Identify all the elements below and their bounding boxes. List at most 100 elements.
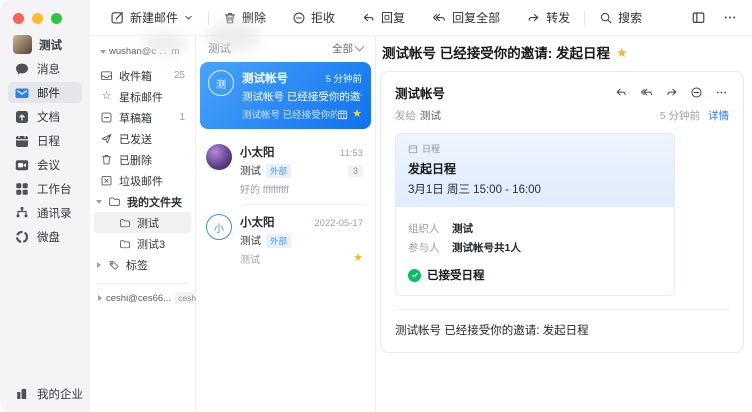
reply-all-button[interactable]: 回复全部 bbox=[431, 9, 500, 26]
trash-icon bbox=[100, 153, 113, 166]
sidebar-item-drive[interactable]: 微盘 bbox=[8, 226, 82, 247]
sender-name: 小太阳 bbox=[240, 144, 275, 160]
sidebar-item-profile[interactable]: 测试 bbox=[8, 34, 82, 55]
collapsed-caret-icon bbox=[97, 262, 101, 268]
expand-caret-icon bbox=[96, 200, 102, 204]
sidebar-item-label: 会议 bbox=[37, 157, 60, 173]
sidebar-item-mail[interactable]: 邮件 bbox=[8, 82, 82, 103]
folder-drafts[interactable]: 草稿箱 1 bbox=[94, 107, 191, 128]
folder-inbox[interactable]: 收件箱 25 bbox=[94, 65, 191, 86]
layout-toggle-icon[interactable] bbox=[691, 10, 706, 25]
list-filter-dropdown[interactable]: 全部 bbox=[332, 41, 363, 56]
invite-status-text: 已接受日程 bbox=[427, 267, 485, 283]
enterprise-icon bbox=[13, 385, 30, 402]
tag-icon bbox=[107, 258, 120, 271]
avatar bbox=[206, 144, 232, 170]
folder-my-folders[interactable]: 我的文件夹 bbox=[94, 191, 191, 212]
folder-ceshi3[interactable]: 测试3 bbox=[94, 233, 191, 254]
folder-ceshi[interactable]: 测试 bbox=[94, 212, 191, 233]
calendar-icon bbox=[13, 132, 30, 149]
secondary-account[interactable]: ceshi@ces66... ceshi bbox=[94, 292, 191, 304]
message-list-pane: 测试 全部 测 测试帐号 5 分钟前 测试帐号 已经接受你的邀请: 发... 测… bbox=[196, 36, 376, 412]
block-icon bbox=[292, 11, 306, 25]
mail-list-item-selected[interactable]: 测 测试帐号 5 分钟前 测试帐号 已经接受你的邀请: 发... 测试帐号 已经… bbox=[200, 62, 371, 129]
more-options-icon[interactable] bbox=[714, 86, 729, 99]
reply-button[interactable]: 回复 bbox=[361, 9, 405, 26]
sidebar-item-calendar[interactable]: 日程 bbox=[8, 130, 82, 151]
mail-list-item[interactable]: 小太阳 11:53 测试 外部 3 好的 ffffffffff bbox=[196, 135, 375, 204]
mail-list-item[interactable]: 小 小太阳 2022-05-17 测试 外部 测试 ★ bbox=[196, 205, 375, 274]
calendar-invite-card[interactable]: 日程 发起日程 3月1日 周三 15:00 - 16:00 组织人 测试 参与人… bbox=[395, 133, 675, 296]
chevron-down-icon bbox=[183, 12, 194, 23]
search-button[interactable]: 搜索 bbox=[599, 9, 642, 26]
sidebar-item-label: 邮件 bbox=[37, 85, 60, 101]
meeting-icon bbox=[13, 156, 30, 173]
block-icon[interactable] bbox=[690, 86, 703, 99]
folder-sent[interactable]: 已发送 bbox=[94, 128, 191, 149]
mail-subject: 测试 bbox=[240, 233, 261, 248]
reply-icon[interactable] bbox=[614, 86, 628, 99]
mail-preview: 好的 ffffffffff bbox=[240, 181, 363, 196]
sidebar-item-label: 通讯录 bbox=[37, 205, 72, 221]
folder-pane: wushan@c..m 收件箱 25 ☆ 星标邮件 草稿箱 1 已发送 已删除 … bbox=[90, 36, 196, 412]
sidebar-item-messages[interactable]: 消息 bbox=[8, 58, 82, 79]
divider bbox=[96, 283, 189, 284]
divider bbox=[395, 309, 729, 310]
sidebar-item-label: 工作台 bbox=[37, 181, 72, 197]
folder-deleted[interactable]: 已删除 bbox=[94, 149, 191, 170]
details-link[interactable]: 详情 bbox=[708, 108, 729, 123]
external-badge: 外部 bbox=[266, 164, 291, 178]
mail-subject: 测试帐号 已经接受你的邀请: 发... bbox=[242, 89, 362, 104]
folder-junk[interactable]: 垃圾邮件 bbox=[94, 170, 191, 191]
maximize-window-button[interactable] bbox=[51, 13, 62, 24]
participants-label: 参与人 bbox=[408, 240, 452, 255]
reply-icon bbox=[361, 11, 376, 25]
timestamp: 5 分钟前 bbox=[326, 71, 362, 85]
sidebar-item-label: 微盘 bbox=[37, 229, 60, 245]
toolbar-divider bbox=[208, 11, 209, 25]
forward-icon[interactable] bbox=[665, 86, 679, 99]
app-sidebar: 测试 消息 邮件 文档 bbox=[0, 0, 90, 412]
avatar: 测 bbox=[208, 70, 234, 96]
drive-icon bbox=[13, 228, 30, 245]
sidebar-item-label: 日程 bbox=[37, 133, 60, 149]
star-icon: ☆ bbox=[100, 90, 113, 103]
sidebar-item-contacts[interactable]: 通讯录 bbox=[8, 202, 82, 223]
contacts-icon bbox=[13, 204, 30, 221]
sidebar-item-workbench[interactable]: 工作台 bbox=[8, 178, 82, 199]
docs-icon bbox=[13, 108, 30, 125]
reply-all-icon[interactable] bbox=[639, 86, 654, 99]
timestamp: 5 分钟前 bbox=[660, 108, 700, 123]
compose-button[interactable]: 新建邮件 bbox=[110, 9, 194, 26]
forward-button[interactable]: 转发 bbox=[526, 9, 570, 26]
sidebar-item-meeting[interactable]: 会议 bbox=[8, 154, 82, 175]
close-window-button[interactable] bbox=[13, 13, 24, 24]
chat-icon bbox=[13, 60, 30, 77]
sidebar-item-my-enterprise[interactable]: 我的企业 bbox=[8, 383, 82, 404]
more-options-icon[interactable] bbox=[722, 10, 738, 25]
minimize-window-button[interactable] bbox=[32, 13, 43, 24]
inbox-icon bbox=[100, 69, 113, 82]
compose-icon bbox=[110, 10, 125, 25]
user-avatar bbox=[13, 35, 32, 54]
chevron-down-icon bbox=[355, 42, 365, 52]
reply-all-icon bbox=[431, 11, 447, 25]
star-icon[interactable]: ★ bbox=[616, 46, 628, 59]
toolbar-divider bbox=[584, 11, 585, 25]
collapse-caret-icon bbox=[100, 50, 106, 54]
sender-name: 小太阳 bbox=[240, 214, 275, 230]
collapsed-caret-icon bbox=[98, 295, 102, 301]
external-badge: 外部 bbox=[266, 234, 291, 248]
folder-icon bbox=[118, 237, 131, 250]
avatar: 小 bbox=[206, 214, 232, 240]
sidebar-item-docs[interactable]: 文档 bbox=[8, 106, 82, 127]
folder-starred[interactable]: ☆ 星标邮件 bbox=[94, 86, 191, 107]
organizer-name: 测试 bbox=[452, 221, 473, 236]
draft-icon bbox=[100, 111, 113, 124]
mail-card: 测试帐号 发给 测试 5 分钟前 详情 bbox=[380, 71, 744, 353]
reject-button[interactable]: 拒收 bbox=[292, 9, 335, 26]
unread-count: 25 bbox=[174, 70, 185, 81]
mail-subject: 测试 bbox=[240, 163, 261, 178]
folder-tags[interactable]: 标签 bbox=[94, 254, 191, 275]
participants-value: 测试帐号共1人 bbox=[452, 240, 521, 255]
